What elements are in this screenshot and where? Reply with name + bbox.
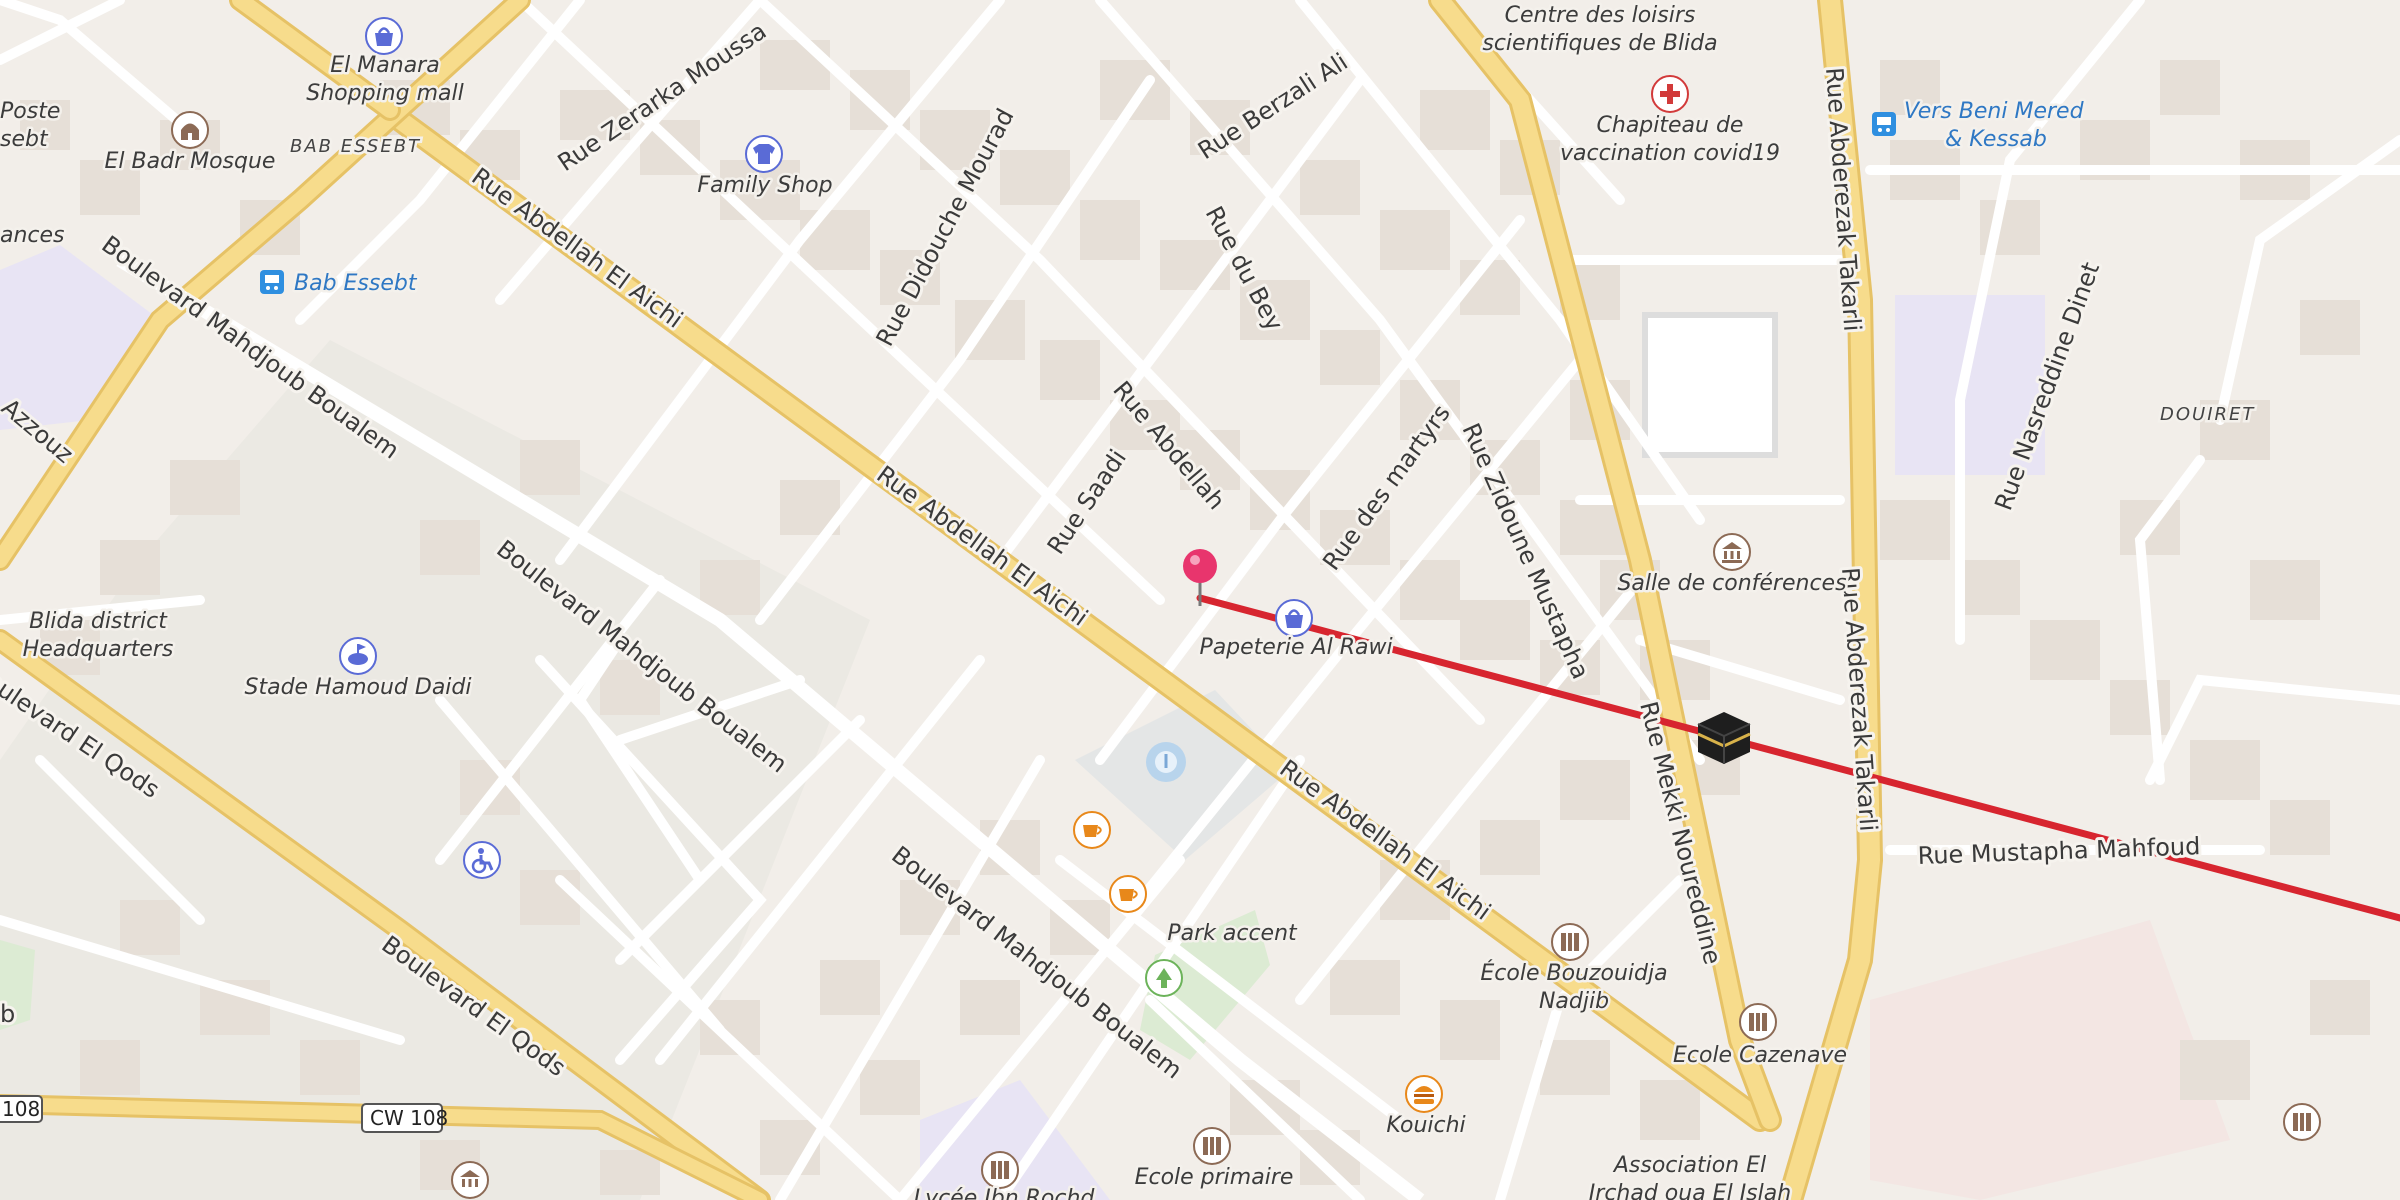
museum-icon[interactable] [451,1161,489,1199]
map-view[interactable]: BAB ESSEBT DOUIRET Rue Zerarka Moussa Ru… [0,0,2400,1200]
svg-text:CW 108: CW 108 [370,1106,448,1130]
poi-label: Headquarters [23,637,174,662]
poi-label: Lycée Ibn Rochd [914,1186,1096,1200]
burger-icon[interactable] [1405,1075,1443,1113]
poi-label: Bab Essebt [294,271,418,296]
poi-label: Park accent [1167,921,1298,946]
poi-label: École Bouzouidja [1480,960,1667,986]
poi-label: Salle de conférences [1617,571,1846,596]
poi-label: ances [0,223,65,248]
poi-label: Kouichi [1386,1113,1465,1138]
poi-label: El Manara [330,53,439,78]
svg-text:108: 108 [2,1097,40,1121]
poi-label: Ecole Cazenave [1673,1043,1847,1068]
poi-label: & Kessab [1945,127,2047,152]
school-icon[interactable] [1551,923,1589,961]
poi-label: Shopping mall [306,81,463,106]
stadium-icon[interactable] [339,637,377,675]
mosque-icon[interactable] [171,111,209,149]
district-label: DOUIRET [2160,404,2255,425]
poi-label: Ecole primaire [1135,1165,1294,1190]
poi-label: El Badr Mosque [105,149,276,174]
poi-label: vaccination covid19 [1560,141,1780,166]
park-icon[interactable] [1145,959,1183,997]
shopping-bag-icon[interactable] [365,17,403,55]
road-shield: 108 [0,1095,43,1123]
poi-label: Poste [0,99,60,124]
poi-label: Blida district [29,609,168,634]
map-canvas[interactable]: BAB ESSEBT DOUIRET Rue Zerarka Moussa Ru… [0,0,2400,1200]
school-icon[interactable] [1739,1003,1777,1041]
poi-label: Family Shop [697,173,832,198]
poi-label: Chapiteau de [1597,113,1744,138]
fountain-icon [1146,742,1186,782]
bus-icon[interactable] [1872,112,1896,136]
poi-label: Centre des loisirs [1505,3,1696,28]
poi-label: Stade Hamoud Daidi [245,675,472,700]
poi-label: Vers Beni Mered [1904,99,2085,124]
district-label: BAB ESSEBT [290,136,421,157]
school-icon[interactable] [1193,1127,1231,1165]
road-shield: CW 108 [361,1103,448,1133]
poi-label: Irchad oua El Islah [1589,1181,1791,1200]
poi-label: Association El [1612,1153,1766,1178]
medical-cross-icon[interactable] [1651,75,1689,113]
school-icon[interactable] [981,1151,1019,1189]
wheelchair-icon[interactable] [463,841,501,879]
shopping-bag-icon[interactable] [1275,599,1313,637]
bus-icon[interactable] [260,270,284,294]
poi-label: Nadjib [1539,989,1609,1014]
poi-label: Papeterie Al Rawi [1199,635,1392,660]
cafe-icon[interactable] [1109,875,1147,913]
shirt-icon[interactable] [745,135,783,173]
courtyard [1642,312,1778,458]
school-icon[interactable] [2283,1103,2321,1141]
poi-label: sebt [0,127,49,152]
poi-label: scientifiques de Blida [1482,31,1717,56]
cafe-icon[interactable] [1073,811,1111,849]
museum-icon[interactable] [1713,533,1751,571]
street-label: b [0,1000,15,1028]
